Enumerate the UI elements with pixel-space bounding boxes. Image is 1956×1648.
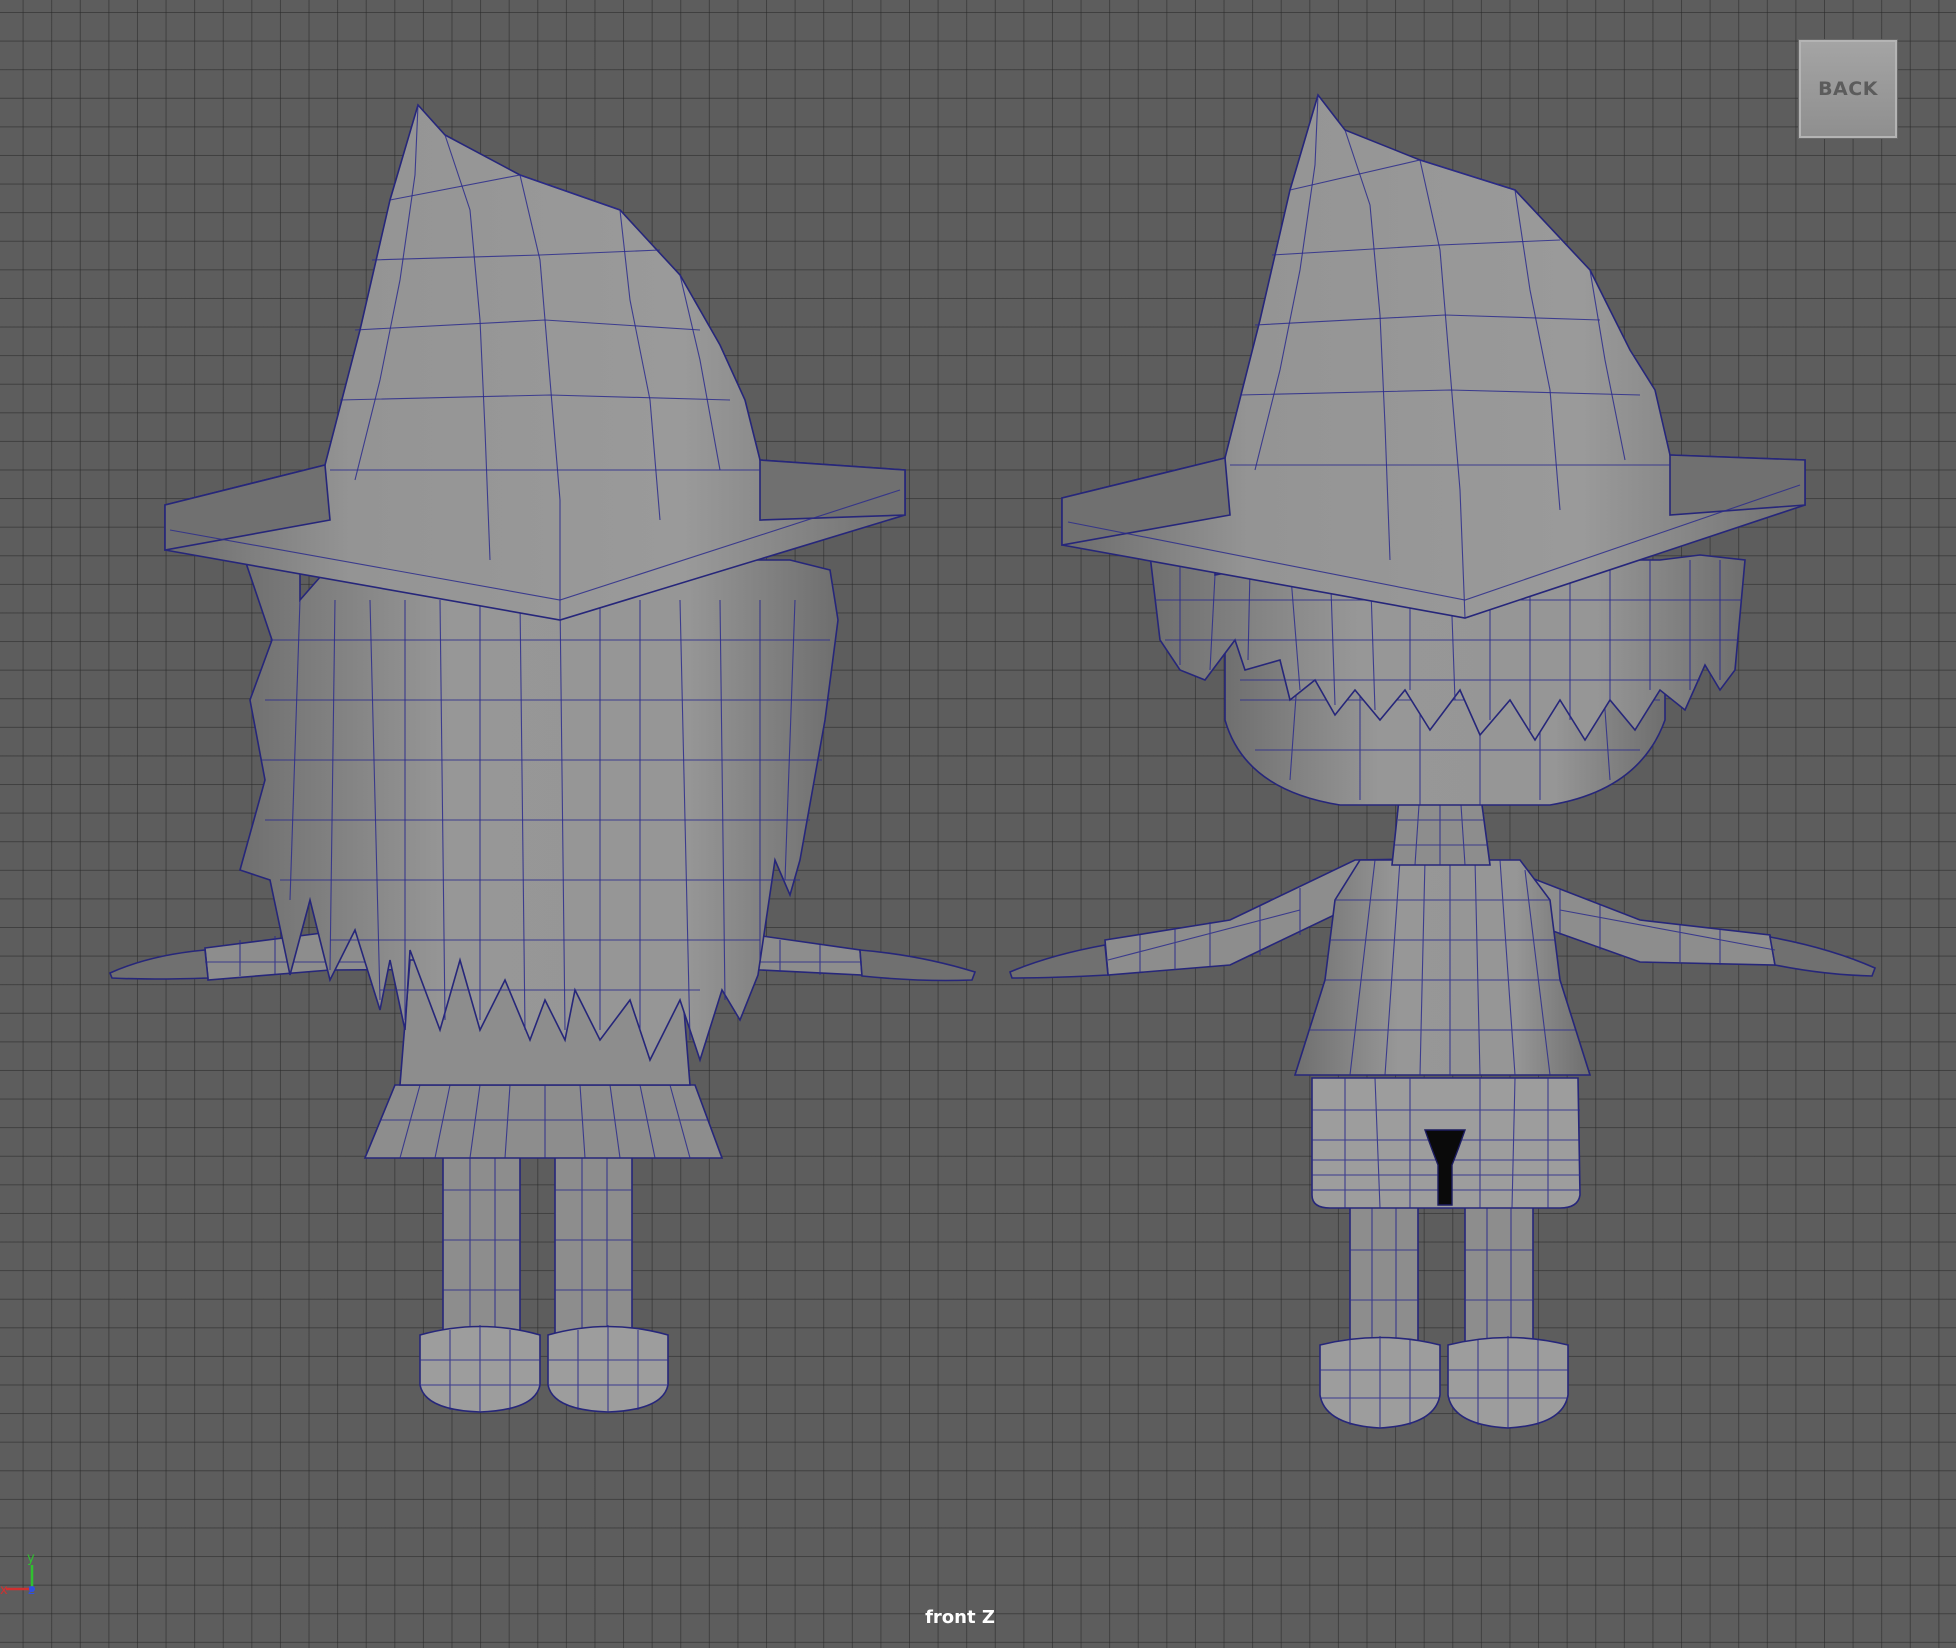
character-front-view[interactable] (1009, 93, 1877, 1429)
character-back-view[interactable] (108, 103, 977, 1413)
view-cube-back-button[interactable]: BACK (1799, 40, 1897, 138)
front-viewport[interactable]: BACK y x z front Z (0, 0, 1956, 1648)
back-hair (239, 559, 839, 1063)
axis-gizmo-graphic: y x z (0, 1551, 35, 1598)
front-hat (1061, 93, 1806, 619)
camera-view-label: front Z (925, 1607, 995, 1628)
back-hat (164, 103, 906, 621)
axis-gizmo: y x z (0, 1545, 50, 1605)
axis-z-label: z (28, 1583, 35, 1598)
axis-y-label: y (27, 1551, 35, 1566)
front-shorts (1311, 1077, 1581, 1209)
back-skirt (363, 1084, 724, 1159)
back-legs (419, 1144, 669, 1413)
axis-x-label: x (0, 1583, 8, 1598)
scene-models[interactable] (0, 0, 1956, 1648)
front-legs (1319, 1199, 1569, 1429)
